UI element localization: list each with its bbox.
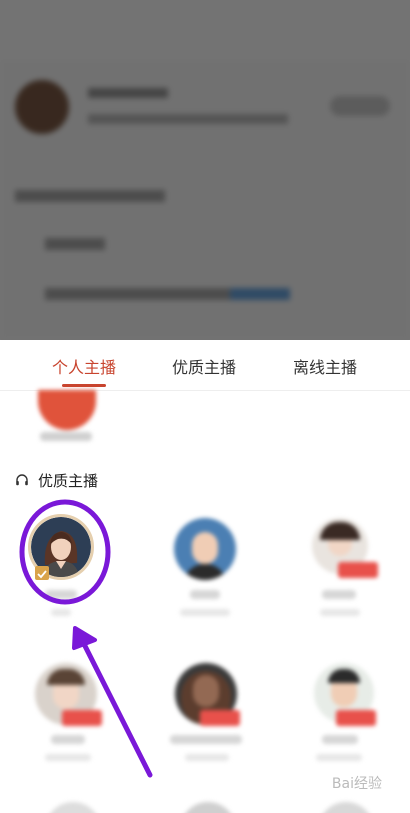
annotation-overlay xyxy=(19,499,153,778)
watermark: Bai经验 xyxy=(331,776,382,792)
arrow-line xyxy=(79,637,153,778)
highlight-circle xyxy=(19,499,111,605)
arrow-head-icon xyxy=(72,626,97,650)
